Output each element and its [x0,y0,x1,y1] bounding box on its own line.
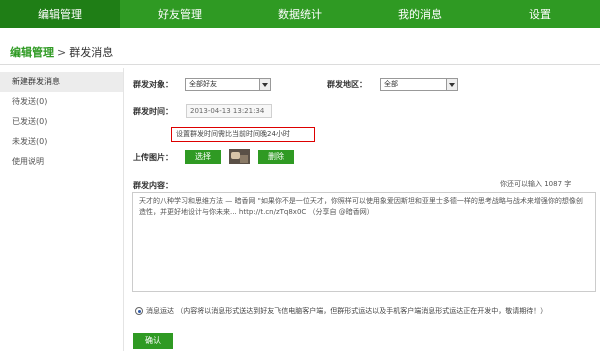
time-label: 群发时间： [133,107,173,116]
upload-label: 上传图片： [133,153,173,162]
chevron-down-icon [259,79,270,90]
tab-settings[interactable]: 设置 [480,0,600,28]
notice-radio[interactable] [135,307,143,315]
image-thumbnail [229,149,250,164]
page-title: 群发消息 [69,46,114,59]
confirm-button[interactable]: 确认 [133,333,173,349]
sidebar-item-unsent[interactable]: 未发送(0) [0,132,123,152]
region-select-value: 全部 [384,80,398,88]
breadcrumb-separator: > [57,46,67,59]
time-input[interactable]: 2013-04-13 13:21:34 [186,104,272,118]
target-select-value: 全部好友 [189,80,217,88]
breadcrumb-section[interactable]: 编辑管理 [10,46,54,59]
time-hint: 设置群发时间需比当前时间晚24小时 [171,127,315,142]
tab-my-messages[interactable]: 我的消息 [360,0,480,28]
region-label: 群发地区： [327,80,367,89]
region-select[interactable]: 全部 [380,78,458,91]
select-image-button[interactable]: 选择 [185,150,221,164]
header-divider [0,64,600,65]
content-label: 群发内容： [133,181,173,190]
char-counter: 你还可以输入 1087 字 [500,180,572,188]
tab-statistics[interactable]: 数据统计 [240,0,360,28]
breadcrumb: 编辑管理 > 群发消息 [10,44,113,60]
top-nav: 编辑管理 好友管理 数据统计 我的消息 设置 [0,0,600,28]
sidebar: 新建群发消息 待发送(0) 已发送(0) 未发送(0) 使用说明 [0,72,123,172]
tab-friend-management[interactable]: 好友管理 [120,0,240,28]
sidebar-item-new-broadcast[interactable]: 新建群发消息 [0,72,123,92]
tab-edit-management[interactable]: 编辑管理 [0,0,120,28]
target-label: 群发对象： [133,80,173,89]
sidebar-item-pending[interactable]: 待发送(0) [0,92,123,112]
sidebar-divider [123,68,124,351]
target-select[interactable]: 全部好友 [185,78,271,91]
sidebar-item-sent[interactable]: 已发送(0) [0,112,123,132]
sidebar-item-help[interactable]: 使用说明 [0,152,123,172]
chevron-down-icon [446,79,457,90]
notice-text: 消息运达 （内容将以消息形式送达到好友飞信电脑客户端，但群形式运达以及手机客户端… [146,307,548,315]
content-textarea[interactable]: 天才的八种学习和思维方法 — 暗香网 "如果你不是一位天才，你照样可以使用象爱因… [132,192,596,292]
delete-image-button[interactable]: 删除 [258,150,294,164]
